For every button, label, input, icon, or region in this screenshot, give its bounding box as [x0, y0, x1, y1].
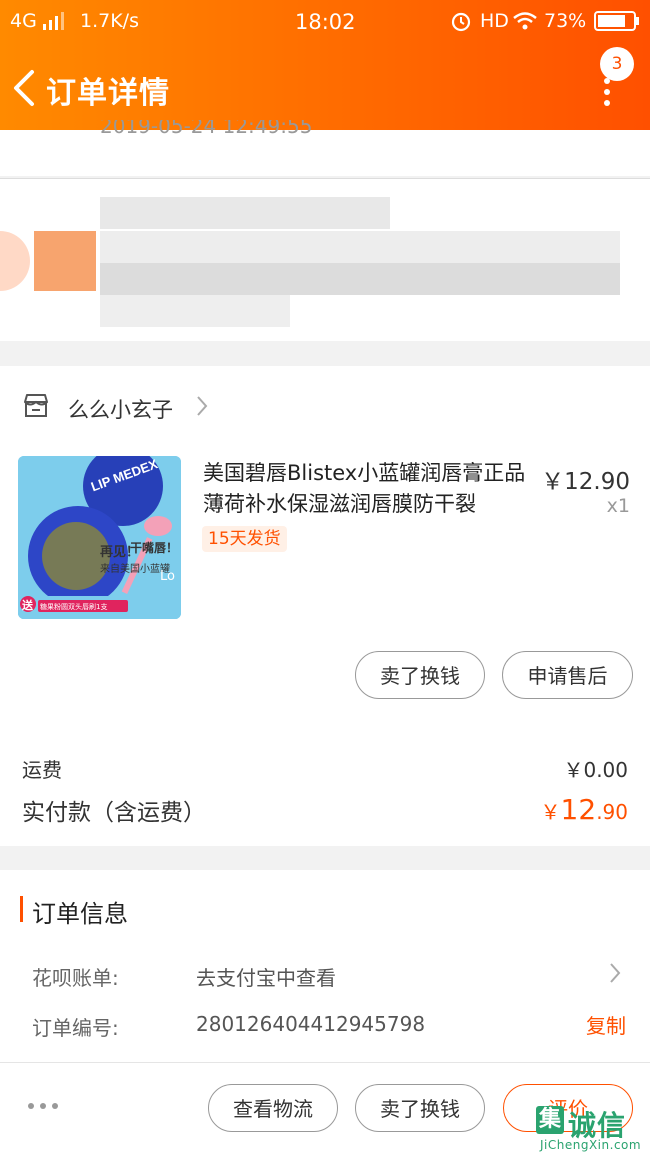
paid-integer: 12 [560, 793, 597, 826]
view-logistics-button[interactable]: 查看物流 [208, 1084, 338, 1132]
back-arrow-icon[interactable] [10, 68, 40, 108]
sell-for-cash-button-bottom[interactable]: 卖了换钱 [355, 1084, 485, 1132]
alarm-icon [451, 12, 471, 32]
chevron-right-icon [197, 396, 208, 416]
product-photo: LIP MEDEX 再见！ 干嘴唇！ 来自美国小蓝罐 Lo 送 糖果粉圆双头唇刷… [18, 456, 181, 619]
shop-name: 么么小玄子 [68, 398, 173, 422]
paid-currency: ￥ [540, 800, 561, 824]
order-info-title: 订单信息 [32, 900, 128, 928]
battery-percent: 73% [544, 10, 587, 32]
blurred-address-2 [100, 295, 290, 327]
more-actions-icon[interactable] [28, 1103, 60, 1111]
battery-icon [594, 11, 639, 31]
paid-amount-value: ￥12.90 [541, 793, 628, 826]
header-bar: 4G 1.7K/s 18:02 HD 73% 订单详情 3 [0, 0, 650, 130]
product-image-caption-5: 糖果粉圆双头唇刷1支 [40, 602, 107, 611]
status-bar: 4G 1.7K/s 18:02 HD 73% [0, 0, 650, 44]
shipping-fee-value: ￥0.00 [563, 758, 628, 782]
shipping-fee-label: 运费 [22, 758, 62, 782]
blurred-address-1 [100, 263, 620, 295]
shipping-tag: 15天发货 [202, 526, 287, 552]
product-image-caption-2: 干嘴唇！ [130, 540, 178, 555]
product-image-caption-4: 送 [21, 598, 34, 612]
product-price: ￥12.90 [541, 469, 630, 495]
order-time: 2019-05-24 12:49:55 [100, 120, 313, 138]
network-type: 4G [10, 10, 37, 32]
message-badge: 3 [600, 47, 634, 81]
copy-button[interactable]: 复制 [586, 1010, 626, 1039]
blurred-receiver [100, 197, 390, 229]
network-speed: 1.7K/s [80, 10, 139, 32]
product-title[interactable]: 美国碧唇Blistex小蓝罐润唇膏正品薄荷补水保湿滋润唇膜防干裂 [203, 458, 538, 520]
apply-aftersale-button[interactable]: 申请售后 [502, 651, 633, 699]
watermark-subtext: JiChengXin.com [540, 1138, 642, 1152]
product-quantity: x1 [606, 495, 630, 517]
order-time-section [0, 130, 650, 176]
hd-indicator: HD [480, 10, 509, 32]
watermark-char: 集 [536, 1106, 564, 1134]
product-image[interactable]: LIP MEDEX 再见！ 干嘴唇！ 来自美国小蓝罐 Lo 送 糖果粉圆双头唇刷… [18, 456, 181, 619]
chevron-right-icon[interactable] [608, 962, 622, 984]
huabei-label: 花呗账单: [32, 966, 119, 990]
location-marker-icon [0, 231, 30, 291]
more-menu-icon[interactable] [598, 78, 618, 108]
page-title: 订单详情 [46, 76, 170, 111]
order-number-label: 订单编号: [32, 1016, 119, 1040]
wifi-icon [513, 12, 537, 30]
clock: 18:02 [295, 10, 356, 34]
huabei-value[interactable]: 去支付宝中查看 [196, 962, 336, 991]
section-accent-bar [20, 896, 23, 922]
shop-icon [24, 394, 48, 417]
product-image-caption-6: Lo [160, 569, 175, 584]
blurred-phone [100, 231, 620, 263]
paid-amount-label: 实付款（含运费） [22, 800, 206, 826]
sell-for-cash-button[interactable]: 卖了换钱 [355, 651, 485, 699]
paid-decimal: .90 [596, 800, 628, 824]
blurred-marker [34, 231, 96, 291]
address-card[interactable] [0, 178, 650, 341]
order-number-value: 280126404412945798 [196, 1012, 426, 1036]
watermark-logo: 集 诚信 JiChengXin.com [532, 1104, 650, 1155]
signal-icon [43, 12, 64, 30]
